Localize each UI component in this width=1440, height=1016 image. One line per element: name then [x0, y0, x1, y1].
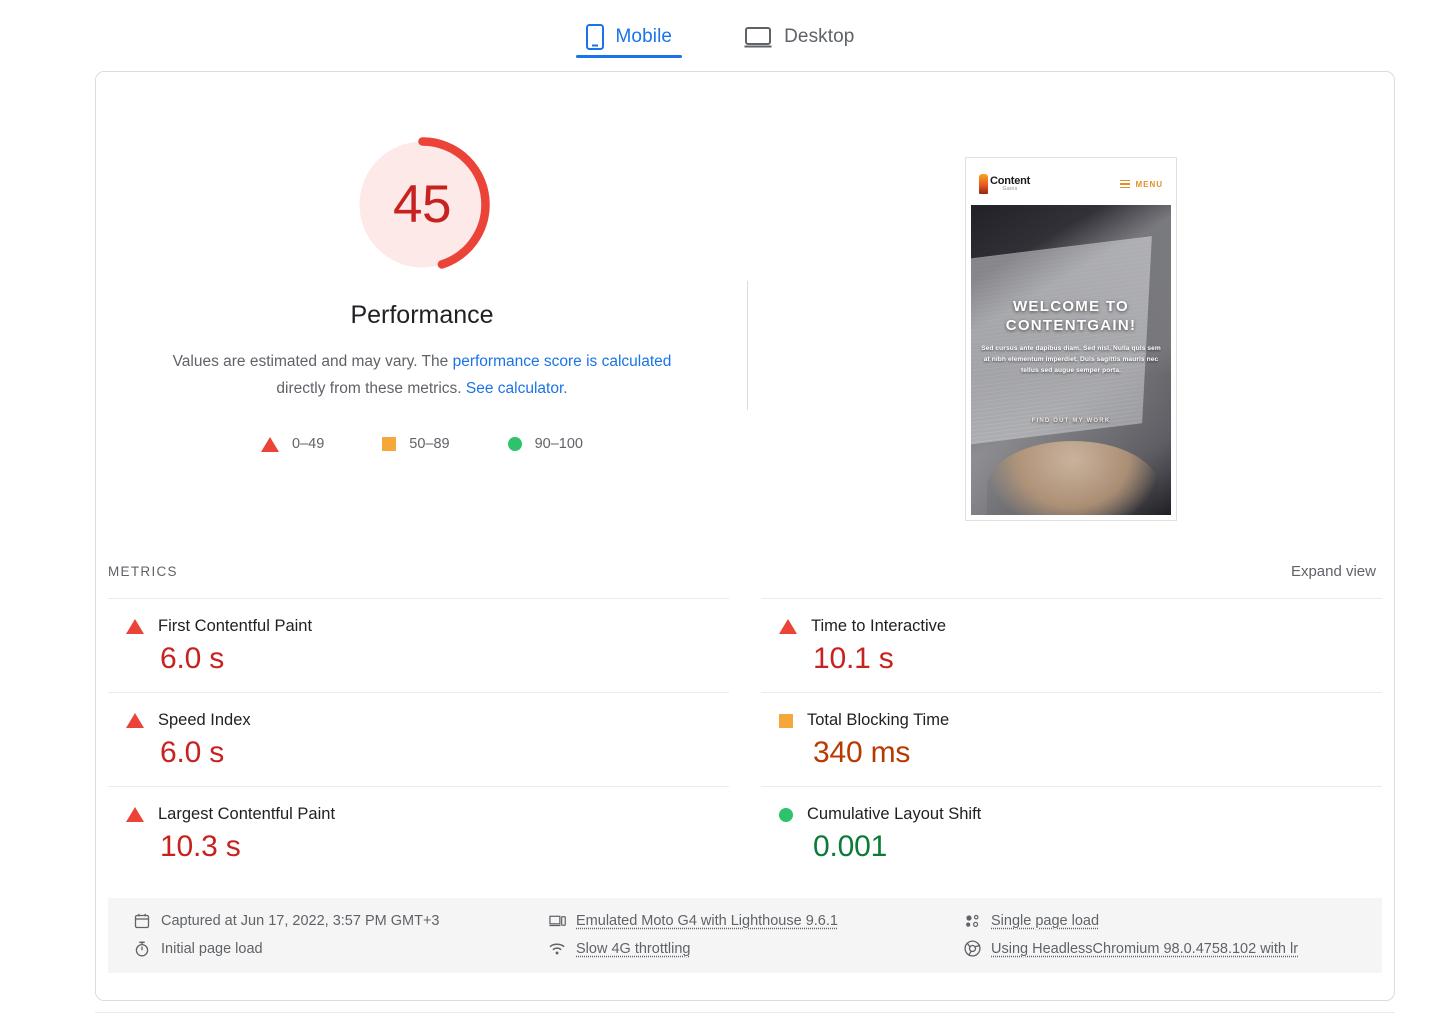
metrics-grid: First Contentful Paint 6.0 s Time to Int…: [96, 598, 1394, 880]
triangle-icon: [779, 619, 797, 634]
site-menu-button: MENU: [1120, 180, 1163, 189]
metric-value: 10.3 s: [108, 830, 729, 864]
score-section: 45 Performance Values are estimated and …: [96, 72, 1394, 521]
env-text: Single page load: [991, 913, 1099, 929]
env-text: Emulated Moto G4 with Lighthouse 9.6.1: [576, 913, 838, 929]
legend-item-pass: 90–100: [508, 436, 583, 452]
next-section-divider: [95, 1012, 1395, 1013]
env-browser[interactable]: Using HeadlessChromium 98.0.4758.102 wit…: [964, 940, 1356, 957]
desktop-icon: [744, 25, 772, 49]
tab-desktop-label: Desktop: [784, 26, 854, 48]
stopwatch-icon: [134, 940, 151, 957]
performance-score-calculated-link[interactable]: performance score is calculated: [453, 353, 672, 370]
metric-value: 340 ms: [761, 736, 1382, 770]
metric-name: First Contentful Paint: [158, 617, 312, 636]
triangle-icon: [126, 619, 144, 634]
metric-speed-index[interactable]: Speed Index 6.0 s: [108, 692, 729, 786]
metric-name: Total Blocking Time: [807, 711, 949, 730]
metrics-section-title: METRICS: [108, 564, 178, 579]
report-card: 45 Performance Values are estimated and …: [95, 71, 1395, 1001]
env-text: Using HeadlessChromium 98.0.4758.102 wit…: [991, 941, 1298, 957]
thumbnail-site-header: Content Gains MENU: [971, 163, 1171, 205]
legend-label-average: 50–89: [409, 436, 449, 452]
hero-subtitle: Sed cursus ante dapibus diam. Sed nisl. …: [979, 343, 1163, 376]
metric-time-to-interactive[interactable]: Time to Interactive 10.1 s: [761, 598, 1382, 692]
score-column: 45 Performance Values are estimated and …: [96, 132, 748, 521]
square-icon: [382, 437, 396, 451]
score-legend: 0–49 50–89 90–100: [261, 436, 583, 452]
chrome-icon: [964, 940, 981, 957]
tab-active-underline: [576, 55, 683, 58]
env-single-page-load[interactable]: Single page load: [964, 912, 1356, 929]
legend-label-fail: 0–49: [292, 436, 324, 452]
circle-icon: [508, 437, 522, 451]
metric-cumulative-layout-shift[interactable]: Cumulative Layout Shift 0.001: [761, 786, 1382, 880]
mobile-icon: [586, 24, 604, 50]
device-tab-bar: Mobile Desktop: [0, 0, 1440, 58]
legend-item-fail: 0–49: [261, 436, 324, 452]
env-text: Slow 4G throttling: [576, 941, 690, 957]
metric-largest-contentful-paint[interactable]: Largest Contentful Paint 10.3 s: [108, 786, 729, 880]
performance-gauge[interactable]: 45: [350, 132, 495, 277]
hamburger-icon: [1120, 180, 1130, 189]
users-icon: [964, 912, 981, 929]
site-logo: Content Gains: [979, 174, 1030, 194]
circle-icon: [779, 808, 793, 822]
device-icon: [549, 912, 566, 929]
score-description: Values are estimated and may vary. The p…: [157, 348, 687, 402]
metric-first-contentful-paint[interactable]: First Contentful Paint 6.0 s: [108, 598, 729, 692]
metric-value: 10.1 s: [761, 642, 1382, 676]
tab-desktop[interactable]: Desktop: [734, 8, 864, 58]
section-divider: [747, 281, 748, 410]
logo-mark-icon: [979, 174, 988, 194]
env-initial-page-load: Initial page load: [134, 940, 549, 957]
score-description-text-1: Values are estimated and may vary. The: [173, 353, 453, 370]
metric-value: 6.0 s: [108, 642, 729, 676]
calendar-icon: [134, 912, 151, 929]
expand-view-button[interactable]: Expand view: [1291, 563, 1376, 580]
performance-score-value: 45: [350, 132, 495, 277]
tab-mobile-label: Mobile: [616, 26, 673, 48]
env-captured-at: Captured at Jun 17, 2022, 3:57 PM GMT+3: [134, 912, 549, 929]
metric-name: Largest Contentful Paint: [158, 805, 335, 824]
legend-item-average: 50–89: [382, 436, 449, 452]
performance-title: Performance: [350, 301, 493, 330]
square-icon: [779, 714, 793, 728]
legend-label-pass: 90–100: [535, 436, 583, 452]
env-text: Captured at Jun 17, 2022, 3:57 PM GMT+3: [161, 913, 439, 929]
env-throttling[interactable]: Slow 4G throttling: [549, 940, 964, 957]
metric-name: Speed Index: [158, 711, 251, 730]
env-text: Initial page load: [161, 941, 263, 957]
site-logo-subtitle: Gains: [990, 187, 1030, 192]
environment-bar: Captured at Jun 17, 2022, 3:57 PM GMT+3 …: [108, 898, 1382, 973]
site-menu-label: MENU: [1135, 180, 1163, 189]
page-screenshot-thumbnail: Content Gains MENU WELCOME TO CONTENTGAI…: [965, 157, 1177, 521]
metric-value: 0.001: [761, 830, 1382, 864]
screenshot-column: Content Gains MENU WELCOME TO CONTENTGAI…: [748, 132, 1394, 521]
metric-name: Time to Interactive: [811, 617, 946, 636]
triangle-icon: [261, 437, 279, 452]
metrics-header: METRICS Expand view: [96, 563, 1394, 580]
metric-value: 6.0 s: [108, 736, 729, 770]
hero-title: WELCOME TO CONTENTGAIN!: [979, 297, 1163, 335]
network-icon: [549, 940, 566, 957]
metric-total-blocking-time[interactable]: Total Blocking Time 340 ms: [761, 692, 1382, 786]
thumbnail-hero: WELCOME TO CONTENTGAIN! Sed cursus ante …: [971, 205, 1171, 515]
score-description-text-2: directly from these metrics.: [276, 380, 466, 397]
see-calculator-link[interactable]: See calculator.: [466, 380, 568, 397]
triangle-icon: [126, 713, 144, 728]
tab-mobile[interactable]: Mobile: [576, 8, 683, 58]
triangle-icon: [126, 807, 144, 822]
hero-cta-label: FIND OUT MY WORK: [1032, 418, 1111, 424]
metric-name: Cumulative Layout Shift: [807, 805, 981, 824]
env-emulated-device[interactable]: Emulated Moto G4 with Lighthouse 9.6.1: [549, 912, 964, 929]
